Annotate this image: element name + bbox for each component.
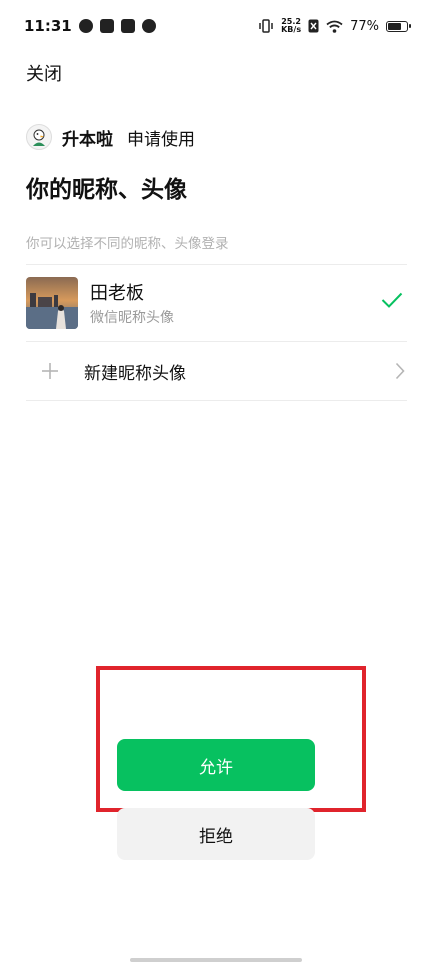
check-icon <box>381 292 403 308</box>
weibo-icon <box>78 19 93 33</box>
new-profile-option[interactable]: 新建昵称头像 <box>26 342 407 400</box>
app-logo <box>26 124 52 150</box>
chevron-right-icon <box>395 362 405 380</box>
home-indicator[interactable] <box>130 958 302 962</box>
account-option[interactable]: 田老板 微信昵称头像 <box>26 265 407 341</box>
divider <box>26 400 407 401</box>
battery-fill <box>388 22 402 30</box>
new-profile-label: 新建昵称头像 <box>84 363 186 384</box>
app-info: 升本啦 申请使用 <box>26 124 195 150</box>
close-button[interactable]: 关闭 <box>26 60 62 86</box>
app-request-text: 申请使用 <box>127 129 195 150</box>
avatar <box>26 277 78 329</box>
mask-icon <box>141 19 156 33</box>
tiktok-icon <box>99 19 114 33</box>
app-name: 升本啦 <box>62 129 113 150</box>
vibrate-icon <box>259 19 273 33</box>
hint-text: 你可以选择不同的昵称、头像登录 <box>26 236 229 252</box>
plus-icon <box>42 363 58 379</box>
net-speed-unit: KB/s <box>281 25 302 34</box>
reject-button[interactable]: 拒绝 <box>117 808 315 860</box>
account-subtitle: 微信昵称头像 <box>90 310 174 326</box>
account-name: 田老板 <box>90 283 144 304</box>
account-text: 田老板 微信昵称头像 <box>90 279 174 327</box>
page-title: 你的昵称、头像 <box>26 177 187 203</box>
battery-percent: 77% <box>350 18 379 34</box>
wifi-icon <box>326 20 343 33</box>
status-bar-right: 25.2 KB/s 77% <box>258 18 411 34</box>
status-time: 11:31 <box>24 17 72 35</box>
duck-logo-icon <box>33 129 45 146</box>
battery-icon <box>386 20 411 32</box>
calendar-icon <box>120 19 135 33</box>
avatar-image <box>26 277 78 329</box>
status-bar-left: 11:31 <box>24 17 156 35</box>
sim-icon <box>308 19 319 33</box>
status-bar: 11:31 25.2 KB/s 77% <box>0 0 432 52</box>
allow-button[interactable]: 允许 <box>117 739 315 791</box>
net-speed: 25.2 KB/s <box>281 18 301 34</box>
